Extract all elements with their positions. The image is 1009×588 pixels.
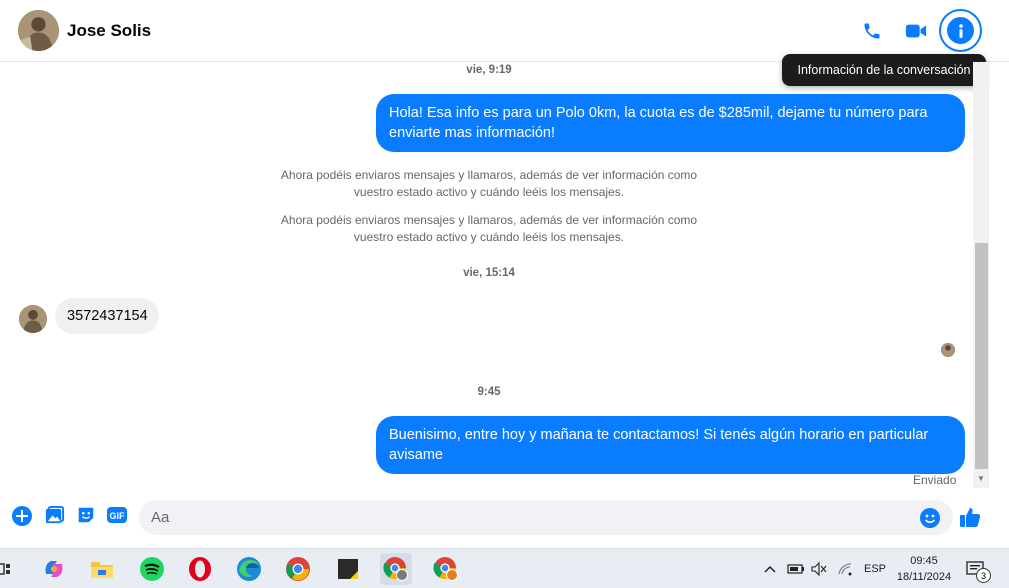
spotify-icon — [140, 557, 164, 581]
sticky-notes-button[interactable] — [332, 553, 364, 585]
widgets-icon — [0, 563, 10, 575]
volume-muted-icon — [811, 562, 827, 576]
spotify-button[interactable] — [136, 553, 168, 585]
outgoing-message[interactable]: Hola! Esa info es para un Polo 0km, la c… — [376, 94, 965, 152]
image-icon — [45, 505, 65, 524]
volume-control[interactable] — [811, 549, 827, 588]
seen-indicator-avatar — [941, 343, 955, 357]
windows-taskbar: ESP 09:45 18/11/2024 3 — [0, 548, 1009, 588]
contact-avatar[interactable] — [18, 10, 59, 51]
clock-date: 18/11/2024 — [896, 571, 952, 583]
contact-name[interactable]: Jose Solis — [67, 21, 151, 41]
notification-count-badge: 3 — [976, 568, 991, 583]
chrome-button[interactable] — [282, 553, 314, 585]
file-explorer-button[interactable] — [86, 553, 118, 585]
message-input[interactable] — [139, 500, 953, 535]
video-call-button[interactable] — [897, 12, 935, 50]
video-camera-icon — [905, 24, 927, 38]
sticker-button[interactable] — [76, 505, 98, 527]
chrome-profile-2-icon — [433, 557, 458, 581]
chevron-up-icon — [764, 565, 776, 573]
info-icon — [947, 17, 974, 44]
opera-button[interactable] — [184, 553, 216, 585]
file-explorer-icon — [91, 562, 113, 578]
copilot-icon — [45, 561, 63, 577]
battery-icon — [787, 564, 804, 574]
sticky-notes-icon — [338, 559, 358, 579]
edge-icon — [237, 557, 261, 581]
svg-text:GIF: GIF — [110, 511, 126, 521]
sticker-icon — [78, 507, 94, 523]
scrollbar-thumb[interactable] — [975, 243, 988, 469]
incoming-message[interactable]: 3572437154 — [55, 298, 159, 334]
chrome-profile-2-button[interactable] — [430, 553, 462, 585]
info-tooltip: Información de la conversación — [782, 54, 986, 86]
plus-icon — [12, 506, 32, 526]
opera-icon — [189, 557, 211, 581]
system-clock[interactable]: 09:45 18/11/2024 — [890, 553, 958, 585]
message-timestamp: 9:45 — [477, 386, 501, 398]
attach-image-button[interactable] — [44, 505, 66, 527]
call-button[interactable] — [853, 12, 891, 50]
language-indicator[interactable]: ESP — [864, 549, 886, 588]
emoji-button[interactable] — [919, 507, 941, 529]
chrome-profile-button[interactable] — [380, 553, 412, 585]
show-hidden-icons[interactable] — [764, 549, 776, 588]
message-status: Enviado — [913, 473, 957, 487]
like-icon — [960, 508, 981, 527]
clock-time: 09:45 — [910, 555, 938, 567]
contact-avatar-small[interactable] — [19, 305, 47, 333]
chrome-icon — [286, 557, 310, 581]
gif-icon: GIF — [107, 507, 127, 523]
message-timestamp: vie, 9:19 — [466, 64, 512, 76]
widgets-button[interactable] — [0, 553, 14, 585]
conversation-info-button[interactable] — [939, 9, 982, 52]
outgoing-message[interactable]: Buenisimo, entre hoy y mañana te contact… — [376, 416, 965, 474]
system-message: Ahora podéis enviaros mensajes y llamaro… — [280, 168, 698, 199]
wifi-icon — [838, 563, 852, 576]
phone-icon — [864, 23, 880, 39]
edge-button[interactable] — [233, 553, 265, 585]
network-status[interactable] — [837, 549, 853, 588]
chrome-profile-icon — [383, 557, 408, 581]
more-actions-button[interactable] — [11, 505, 33, 527]
system-message: Ahora podéis enviaros mensajes y llamaro… — [280, 213, 698, 244]
scroll-down-arrow[interactable]: ▼ — [973, 474, 989, 486]
battery-indicator[interactable] — [787, 549, 805, 588]
gif-button[interactable]: GIF — [106, 505, 128, 527]
message-composer: GIF — [0, 495, 1009, 543]
emoji-icon — [920, 508, 940, 528]
copilot-button[interactable] — [38, 553, 70, 585]
message-timestamp: vie, 15:14 — [463, 267, 515, 279]
like-button[interactable] — [958, 505, 982, 529]
conversation-header: Jose Solis — [0, 0, 1009, 62]
